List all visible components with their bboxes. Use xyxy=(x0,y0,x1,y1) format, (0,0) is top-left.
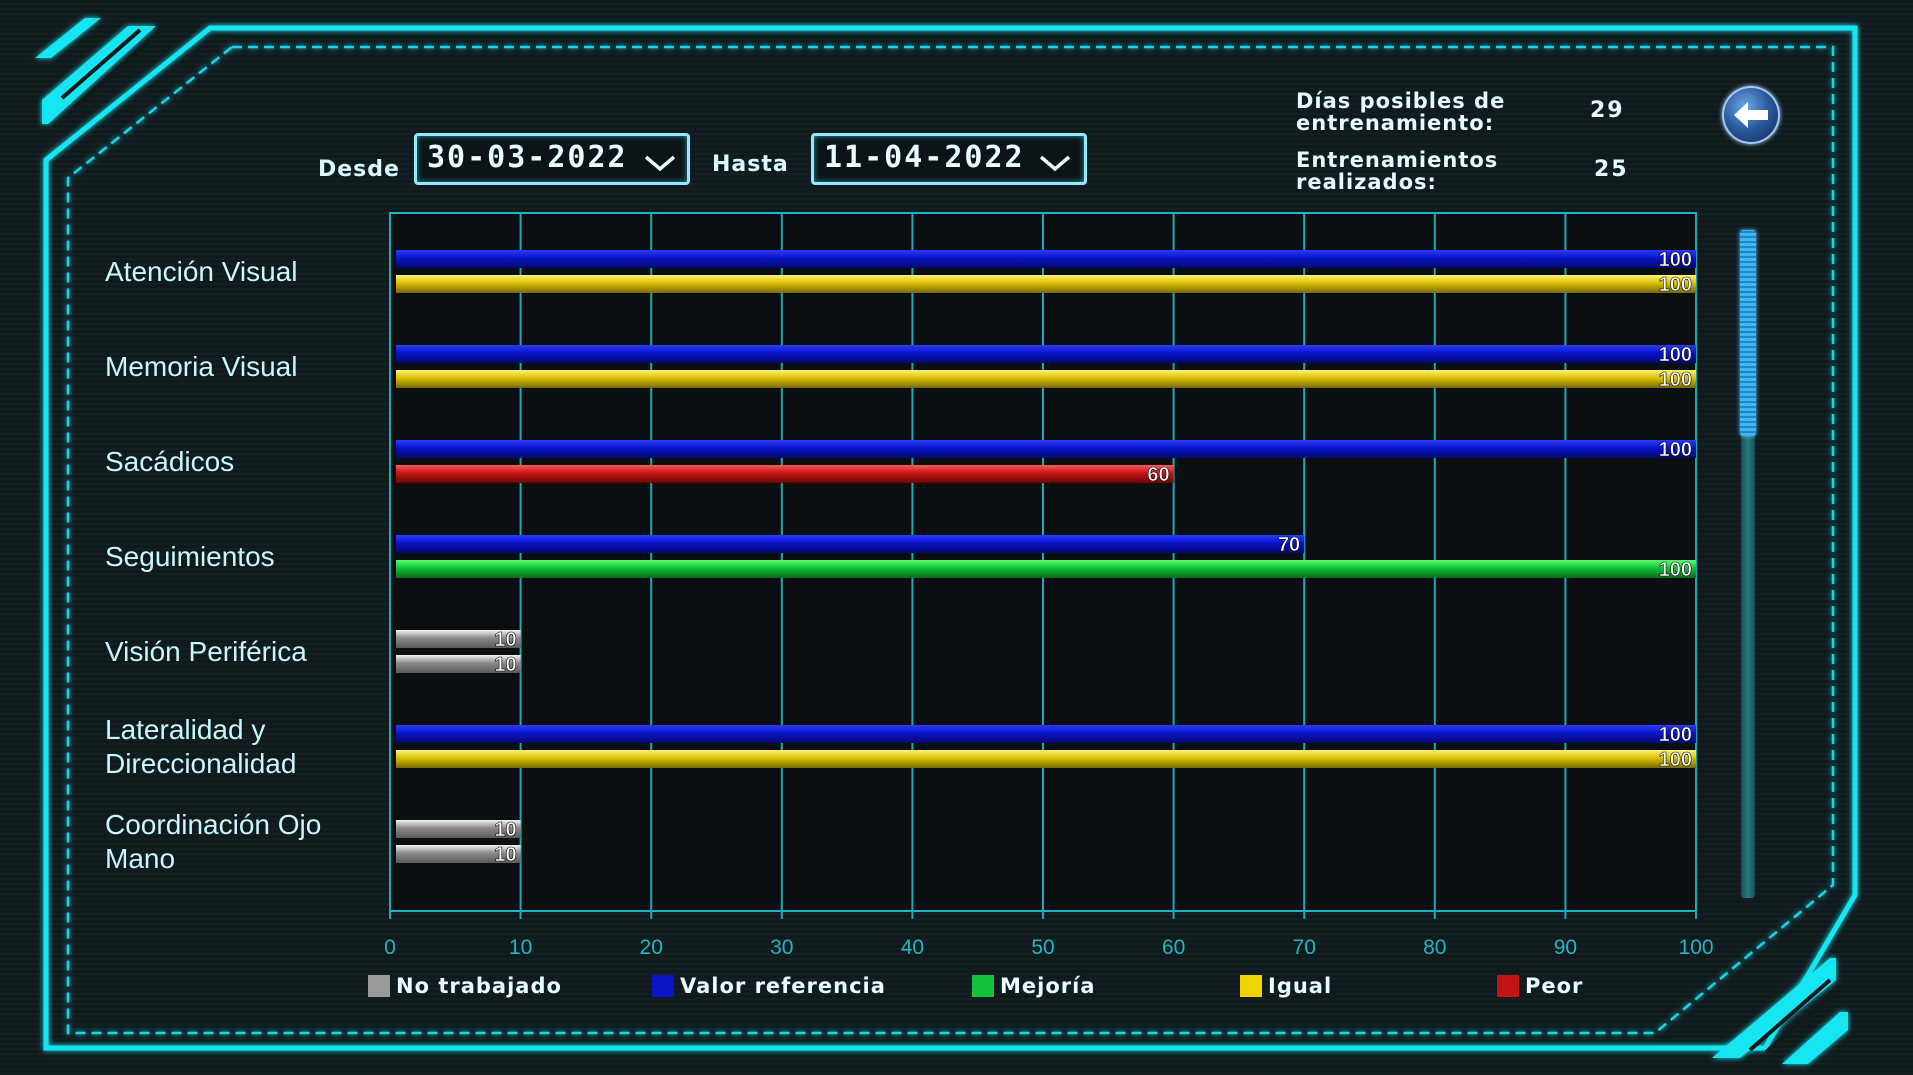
legend-label: Mejoría xyxy=(1000,974,1096,998)
legend-label: Igual xyxy=(1268,974,1333,998)
bar-value-label: 100 xyxy=(1659,249,1692,271)
bar-value-label: 100 xyxy=(1659,344,1692,366)
bar-value-label: 100 xyxy=(1659,439,1692,461)
x-tick-label: 60 xyxy=(1162,936,1185,959)
legend-item: Peor xyxy=(1497,972,1583,1000)
legend-item: Mejoría xyxy=(972,972,1096,1000)
bar-value-label: 10 xyxy=(494,844,516,866)
bar-referencia xyxy=(396,440,1696,458)
legend-label: Peor xyxy=(1525,974,1584,998)
x-tick-label: 50 xyxy=(1031,936,1054,959)
bar-value-label: 100 xyxy=(1659,369,1692,391)
bar-value-label: 100 xyxy=(1659,724,1692,746)
bar-value-label: 100 xyxy=(1659,559,1692,581)
x-tick-label: 90 xyxy=(1554,936,1577,959)
bar-referencia xyxy=(396,250,1696,268)
x-tick-label: 0 xyxy=(384,936,396,959)
bar-value-label: 60 xyxy=(1147,464,1169,486)
x-tick-label: 30 xyxy=(770,936,793,959)
bar-value-label: 70 xyxy=(1278,534,1300,556)
bar-referencia xyxy=(396,345,1696,363)
x-tick-label: 10 xyxy=(509,936,532,959)
legend-label: Valor referencia xyxy=(680,974,886,998)
bar-value-label: 10 xyxy=(494,629,516,651)
bar-value-label: 100 xyxy=(1659,274,1692,296)
legend-item: Valor referencia xyxy=(652,972,886,1000)
legend-swatch xyxy=(1497,975,1519,997)
bar-referencia xyxy=(396,725,1696,743)
bar-value-label: 100 xyxy=(1659,749,1692,771)
legend-swatch xyxy=(652,975,674,997)
x-tick-label: 100 xyxy=(1678,936,1713,959)
legend-swatch xyxy=(1240,975,1262,997)
legend-item: Igual xyxy=(1240,972,1332,1000)
bar-value-label: 10 xyxy=(494,819,516,841)
x-tick-label: 70 xyxy=(1293,936,1316,959)
bar-actual xyxy=(396,750,1696,768)
bar-actual xyxy=(396,465,1174,483)
bar-actual xyxy=(396,275,1696,293)
x-tick-label: 20 xyxy=(640,936,663,959)
scrollbar-thumb[interactable] xyxy=(1740,230,1756,436)
legend-swatch xyxy=(368,975,390,997)
bar-value-label: 10 xyxy=(494,654,516,676)
bar-referencia xyxy=(396,535,1305,553)
x-tick-label: 40 xyxy=(901,936,924,959)
legend-swatch xyxy=(972,975,994,997)
legend-item: No trabajado xyxy=(368,972,562,1000)
x-tick-label: 80 xyxy=(1423,936,1446,959)
legend-label: No trabajado xyxy=(396,974,562,998)
bar-chart: 0 10 20 30 40 50 60 70 80 90 100 100 100 100 100 100 60 7… xyxy=(384,212,1714,959)
bar-actual xyxy=(396,370,1696,388)
bar-actual xyxy=(396,560,1696,578)
